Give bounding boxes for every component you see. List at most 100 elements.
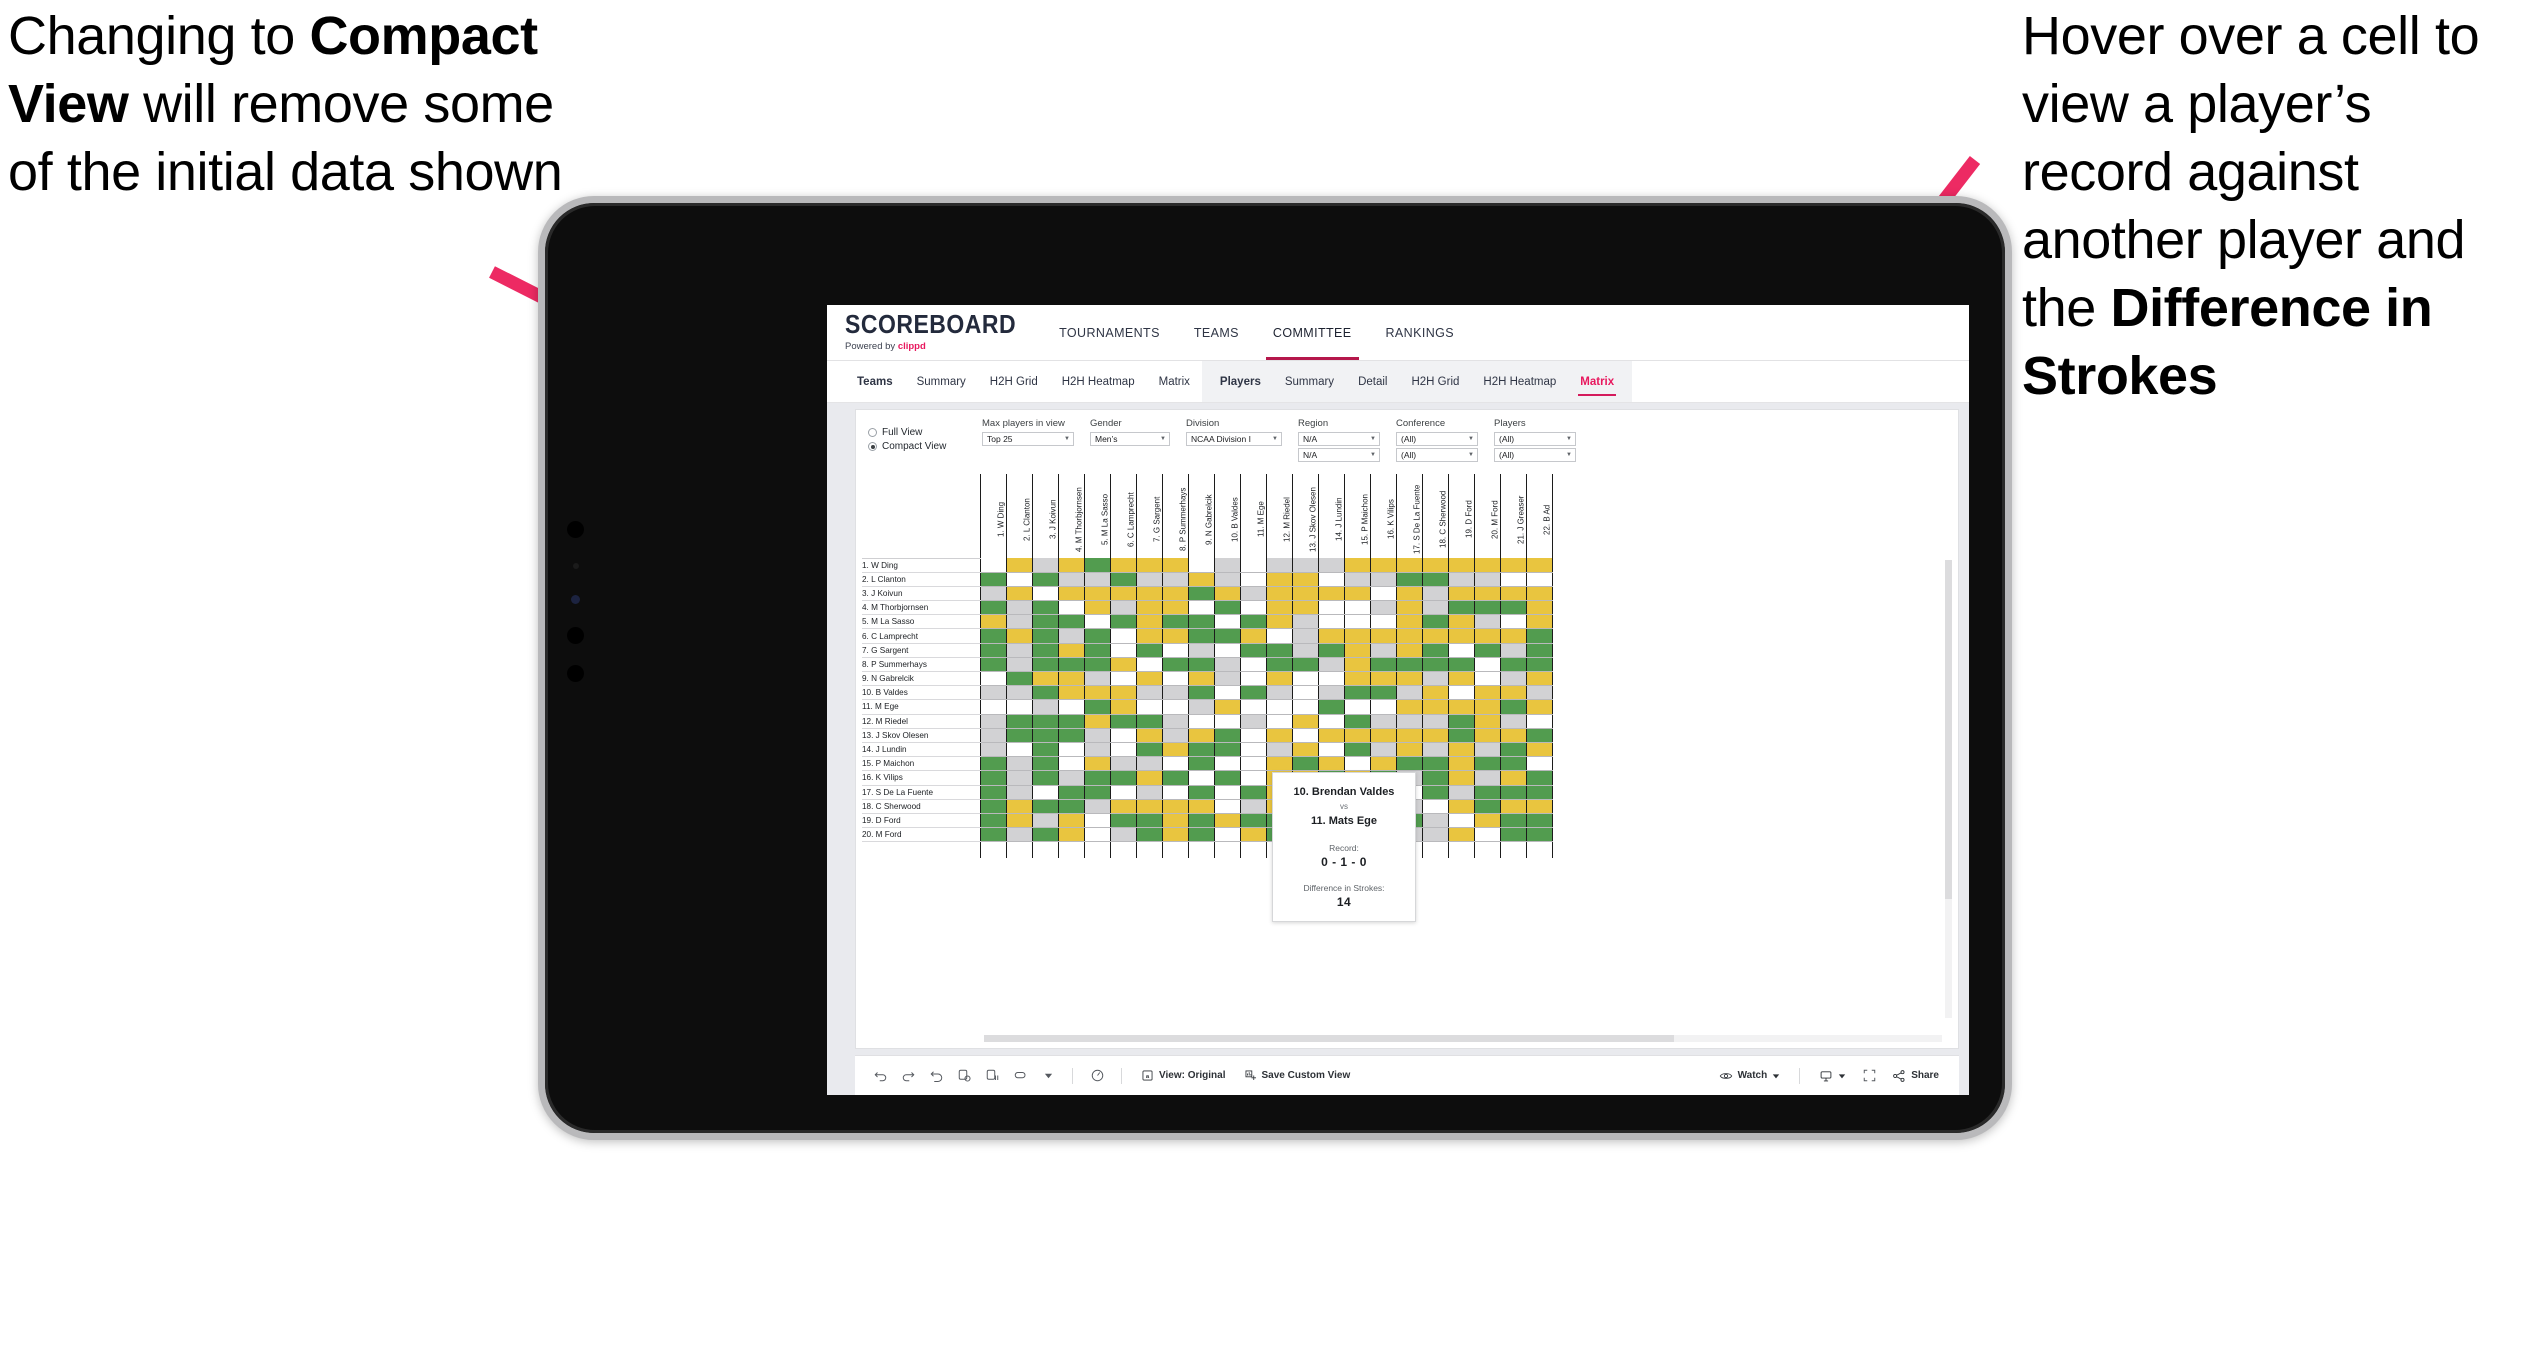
matrix-cell[interactable]: [1161, 799, 1189, 814]
matrix-cell[interactable]: [1213, 628, 1241, 644]
matrix-cell[interactable]: [979, 572, 1007, 587]
matrix-cell[interactable]: [1473, 827, 1501, 843]
matrix-cell[interactable]: [1031, 742, 1059, 758]
matrix-cell[interactable]: [1317, 614, 1345, 630]
sub-nav-players-detail[interactable]: Detail: [1346, 361, 1399, 402]
matrix-cell[interactable]: [1135, 671, 1163, 687]
matrix-cell[interactable]: [1187, 827, 1215, 843]
matrix-cell[interactable]: [1265, 558, 1293, 573]
matrix-cell[interactable]: [1161, 671, 1189, 687]
matrix-cell[interactable]: [1473, 742, 1501, 758]
horizontal-scrollbar[interactable]: [984, 1035, 1942, 1042]
matrix-cell[interactable]: [1447, 785, 1475, 800]
conference-select[interactable]: (All) ▼: [1396, 432, 1478, 446]
matrix-cell[interactable]: [1447, 742, 1475, 758]
matrix-cell[interactable]: [1525, 728, 1553, 743]
matrix-cell[interactable]: [1213, 827, 1241, 843]
matrix-cell[interactable]: [1447, 600, 1475, 616]
matrix-cell[interactable]: [1057, 657, 1085, 673]
matrix-cell[interactable]: [1447, 728, 1475, 743]
matrix-cell[interactable]: [1239, 572, 1267, 587]
matrix-cell[interactable]: [1499, 657, 1527, 673]
matrix-cell[interactable]: [1213, 657, 1241, 673]
matrix-cell[interactable]: [1239, 785, 1267, 800]
matrix-cell[interactable]: [1421, 572, 1449, 587]
matrix-row-label[interactable]: 6. C Lamprecht: [862, 628, 980, 644]
matrix-cell[interactable]: [1421, 770, 1449, 786]
matrix-cell[interactable]: [1317, 714, 1345, 729]
matrix-cell[interactable]: [1031, 600, 1059, 616]
matrix-cell[interactable]: [1135, 756, 1163, 772]
redo-icon[interactable]: [895, 1063, 921, 1089]
top-nav-teams[interactable]: TEAMS: [1177, 305, 1256, 360]
matrix-cell[interactable]: [1317, 699, 1345, 715]
matrix-cell[interactable]: [979, 756, 1007, 772]
matrix-cell[interactable]: [1213, 600, 1241, 616]
matrix-row-label[interactable]: 4. M Thorbjornsen: [862, 600, 980, 616]
matrix-cell[interactable]: [1213, 572, 1241, 587]
matrix-cell[interactable]: [1213, 756, 1241, 772]
matrix-cell[interactable]: [1239, 628, 1267, 644]
matrix-column-header[interactable]: 20. M Ford: [1473, 474, 1501, 558]
matrix-cell[interactable]: [1395, 657, 1423, 673]
matrix-cell[interactable]: [1473, 728, 1501, 743]
matrix-cell[interactable]: [1083, 785, 1111, 800]
matrix-cell[interactable]: [1499, 770, 1527, 786]
matrix-cell[interactable]: [1499, 586, 1527, 602]
matrix-cell[interactable]: [1213, 770, 1241, 786]
matrix-cell[interactable]: [1499, 572, 1527, 587]
matrix-cell[interactable]: [1447, 671, 1475, 687]
matrix-cell[interactable]: [1421, 756, 1449, 772]
matrix-column-header[interactable]: 13. J Skov Olesen: [1291, 474, 1319, 558]
matrix-cell[interactable]: [1525, 657, 1553, 673]
matrix-cell[interactable]: [1395, 671, 1423, 687]
matrix-cell[interactable]: [1187, 728, 1215, 743]
matrix-cell[interactable]: [1421, 586, 1449, 602]
matrix-row-label[interactable]: 16. K Vilips: [862, 770, 980, 786]
matrix-cell[interactable]: [1083, 742, 1111, 758]
matrix-cell[interactable]: [1031, 657, 1059, 673]
matrix-cell[interactable]: [1187, 628, 1215, 644]
matrix-cell[interactable]: [1031, 728, 1059, 743]
gender-select[interactable]: Men’s ▼: [1090, 432, 1170, 446]
matrix-cell[interactable]: [1135, 628, 1163, 644]
matrix-cell[interactable]: [1161, 699, 1189, 715]
matrix-cell[interactable]: [1421, 614, 1449, 630]
matrix-cell[interactable]: [1031, 685, 1059, 701]
matrix-cell[interactable]: [1369, 558, 1397, 573]
matrix-cell[interactable]: [1135, 728, 1163, 743]
matrix-cell[interactable]: [979, 558, 1007, 573]
matrix-cell[interactable]: [1473, 785, 1501, 800]
matrix-cell[interactable]: [1447, 714, 1475, 729]
matrix-cell[interactable]: [1005, 699, 1033, 715]
matrix-cell[interactable]: [1525, 614, 1553, 630]
matrix-cell[interactable]: [1291, 671, 1319, 687]
matrix-cell[interactable]: [1291, 572, 1319, 587]
matrix-cell[interactable]: [1447, 699, 1475, 715]
matrix-cell[interactable]: [1239, 799, 1267, 814]
sub-nav-teams-h2h-heatmap[interactable]: H2H Heatmap: [1050, 361, 1147, 402]
matrix-cell[interactable]: [1343, 558, 1371, 573]
matrix-cell[interactable]: [1161, 614, 1189, 630]
matrix-cell[interactable]: [1213, 742, 1241, 758]
matrix-cell[interactable]: [979, 770, 1007, 786]
matrix-cell[interactable]: [979, 827, 1007, 843]
matrix-cell[interactable]: [1395, 714, 1423, 729]
matrix-cell[interactable]: [1161, 558, 1189, 573]
matrix-cell[interactable]: [1187, 714, 1215, 729]
matrix-cell[interactable]: [1161, 643, 1189, 658]
matrix-cell[interactable]: [1499, 799, 1527, 814]
sub-nav-players-h2h-heatmap[interactable]: H2H Heatmap: [1471, 361, 1568, 402]
matrix-cell[interactable]: [1031, 558, 1059, 573]
matrix-cell[interactable]: [1421, 699, 1449, 715]
matrix-cell[interactable]: [1525, 600, 1553, 616]
matrix-cell[interactable]: [1057, 600, 1085, 616]
matrix-cell[interactable]: [1343, 628, 1371, 644]
matrix-cell[interactable]: [1369, 685, 1397, 701]
matrix-row-label[interactable]: 15. P Maichon: [862, 756, 980, 772]
max-players-select[interactable]: Top 25 ▼: [982, 432, 1074, 446]
matrix-cell[interactable]: [1473, 799, 1501, 814]
matrix-cell[interactable]: [1187, 685, 1215, 701]
matrix-cell[interactable]: [1109, 586, 1137, 602]
matrix-cell[interactable]: [1473, 813, 1501, 829]
